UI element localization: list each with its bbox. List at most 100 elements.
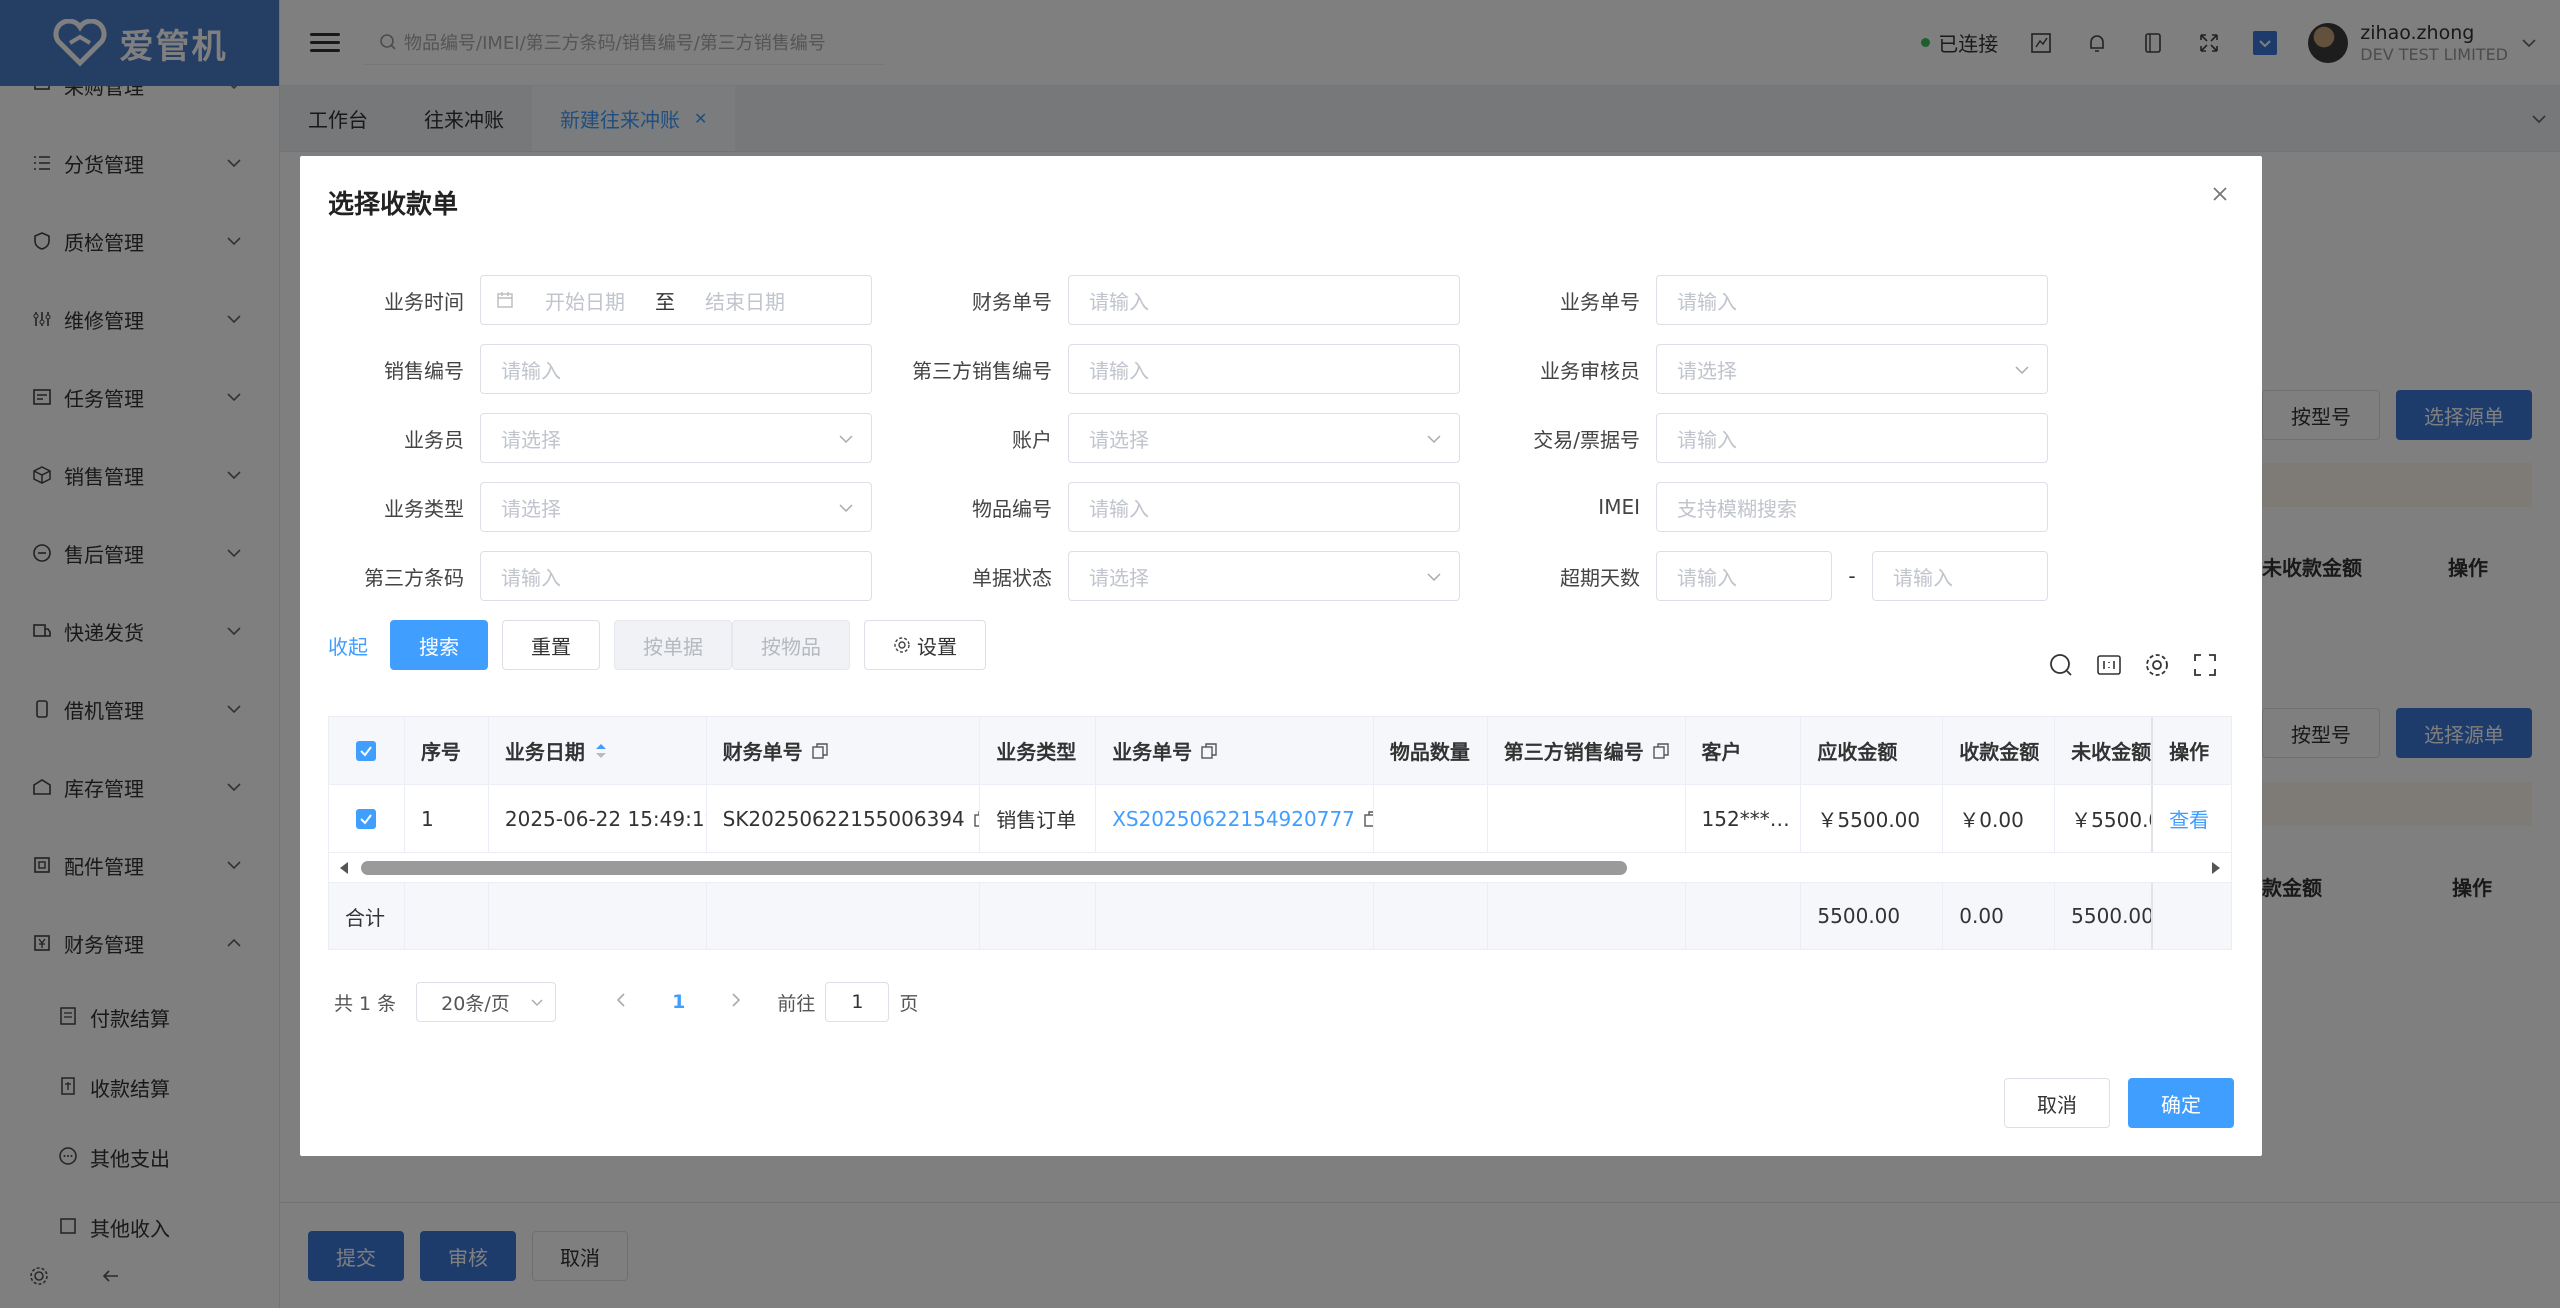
- finance-no-input[interactable]: 请输入: [1068, 275, 1460, 325]
- scrollbar-thumb[interactable]: [361, 861, 1627, 875]
- summary-empty: [707, 883, 981, 949]
- column-header: 业务类型: [980, 717, 1097, 784]
- input-placeholder: 请输入: [1677, 565, 1737, 590]
- view-link[interactable]: 查看: [2169, 804, 2209, 833]
- page-size-select[interactable]: 20条/页: [416, 982, 557, 1022]
- column-header: 第三方销售编号: [1488, 717, 1686, 784]
- select-all-checkbox[interactable]: [329, 717, 405, 784]
- date-range-picker[interactable]: 开始日期 至 结束日期: [480, 275, 872, 325]
- checkbox-checked-icon: [356, 740, 377, 761]
- column-header: 财务单号: [707, 717, 981, 784]
- button-label: 设置: [917, 634, 957, 659]
- search-icon[interactable]: [2046, 650, 2076, 680]
- filter-overdue-days: 超期天数 请输入 - 请输入: [1476, 551, 2048, 601]
- cancel-button[interactable]: 取消: [2004, 1078, 2110, 1128]
- biz-no-input[interactable]: 请输入: [1656, 275, 2048, 325]
- confirm-button[interactable]: 确定: [2128, 1078, 2234, 1128]
- filter-item-no: 物品编号 请输入: [888, 482, 1460, 532]
- select-placeholder: 请选择: [501, 496, 561, 521]
- close-icon[interactable]: [2208, 182, 2232, 206]
- filter-biz-no: 业务单号 请输入: [1476, 275, 2048, 325]
- table-row[interactable]: 1 2025-06-22 15:49:19 SK2025062215500639…: [329, 785, 2231, 853]
- trade-no-input[interactable]: 请输入: [1656, 413, 2048, 463]
- cell-unreceived: ￥5500.0: [2055, 785, 2154, 852]
- filter-label: 业务时间: [384, 289, 464, 314]
- reset-button[interactable]: 重置: [502, 620, 600, 670]
- filter-label: 业务类型: [384, 496, 464, 521]
- scroll-right-icon[interactable]: [2209, 860, 2223, 876]
- filter-label: IMEI: [1598, 495, 1640, 519]
- summary-label: 合计: [329, 883, 405, 949]
- chevron-down-icon: [2015, 366, 2029, 375]
- filter-biz-type: 业务类型 请选择: [300, 482, 872, 532]
- search-button[interactable]: 搜索: [390, 620, 488, 670]
- cell-biz-date: 2025-06-22 15:49:19: [489, 785, 707, 852]
- calendar-icon: [497, 292, 513, 308]
- column-header: 物品数量: [1374, 717, 1488, 784]
- goto-page-input[interactable]: 1: [825, 982, 890, 1022]
- range-separator: -: [1848, 564, 1856, 588]
- summary-empty: [489, 883, 707, 949]
- column-header-label: 财务单号: [722, 740, 803, 764]
- column-header-sortable[interactable]: 业务日期: [489, 717, 707, 784]
- copy-icon[interactable]: [973, 810, 980, 828]
- filter-label: 单据状态: [972, 565, 1052, 590]
- horizontal-scrollbar[interactable]: [329, 853, 2231, 883]
- filter-third-sales-no: 第三方销售编号 请输入: [888, 344, 1460, 394]
- input-placeholder: 请输入: [1677, 427, 1737, 452]
- account-select[interactable]: 请选择: [1068, 413, 1460, 463]
- scroll-left-icon[interactable]: [337, 860, 351, 876]
- filter-biz-auditor: 业务审核员 请选择: [1476, 344, 2048, 394]
- filter-label: 第三方条码: [364, 565, 464, 590]
- prev-page-icon[interactable]: [614, 991, 628, 1013]
- dialog-footer: 取消 确定: [2004, 1078, 2234, 1128]
- by-document-button[interactable]: 按单据: [614, 620, 732, 670]
- select-placeholder: 请选择: [1089, 565, 1149, 590]
- cell-third-sales-no: [1488, 785, 1686, 852]
- cell-action: 查看: [2153, 785, 2231, 852]
- biz-no-link[interactable]: XS20250622154920777: [1112, 807, 1355, 831]
- summary-unreceived: 5500.00: [2055, 883, 2154, 949]
- column-header: 序号: [405, 717, 489, 784]
- density-icon[interactable]: [2094, 650, 2124, 680]
- input-placeholder: 请输入: [1089, 358, 1149, 383]
- row-checkbox[interactable]: [329, 785, 405, 852]
- column-header-label: 业务日期: [504, 740, 585, 764]
- third-barcode-input[interactable]: 请输入: [480, 551, 872, 601]
- current-page[interactable]: 1: [672, 991, 685, 1013]
- chevron-down-icon: [1427, 573, 1441, 582]
- filter-actions: 收起 搜索 重置 按单据 按物品 设置: [328, 620, 1000, 670]
- biz-auditor-select[interactable]: 请选择: [1656, 344, 2048, 394]
- biz-type-select[interactable]: 请选择: [480, 482, 872, 532]
- salesman-select[interactable]: 请选择: [480, 413, 872, 463]
- input-placeholder: 请输入: [1089, 289, 1149, 314]
- filter-label: 销售编号: [384, 358, 464, 383]
- copy-icon[interactable]: [811, 742, 829, 760]
- copy-icon[interactable]: [1363, 810, 1373, 828]
- doc-status-select[interactable]: 请选择: [1068, 551, 1460, 601]
- overdue-min-input[interactable]: 请输入: [1656, 551, 1832, 601]
- input-placeholder: 请输入: [1677, 289, 1737, 314]
- item-no-input[interactable]: 请输入: [1068, 482, 1460, 532]
- filter-label: 财务单号: [972, 289, 1052, 314]
- copy-icon[interactable]: [1200, 742, 1218, 760]
- receipt-table: 序号 业务日期 财务单号 业务类型 业务单号 物品数量 第三方销售编号 客户 应…: [328, 716, 2232, 950]
- start-date-placeholder: 开始日期: [545, 289, 625, 314]
- copy-icon[interactable]: [1652, 742, 1670, 760]
- summary-empty: [405, 883, 489, 949]
- imei-input[interactable]: 支持模糊搜索: [1656, 482, 2048, 532]
- filter-label: 业务员: [404, 427, 464, 452]
- overdue-max-input[interactable]: 请输入: [1872, 551, 2048, 601]
- filter-label: 物品编号: [972, 496, 1052, 521]
- filter-sales-no: 销售编号 请输入: [300, 344, 872, 394]
- gear-icon[interactable]: [2142, 650, 2172, 680]
- sales-no-input[interactable]: 请输入: [480, 344, 872, 394]
- table-tools: [2046, 650, 2220, 680]
- settings-button[interactable]: 设置: [864, 620, 986, 670]
- fullscreen-icon[interactable]: [2190, 650, 2220, 680]
- third-sales-no-input[interactable]: 请输入: [1068, 344, 1460, 394]
- cell-text: SK20250622155006394: [722, 806, 965, 831]
- collapse-link[interactable]: 收起: [328, 631, 368, 660]
- by-item-button[interactable]: 按物品: [732, 620, 850, 670]
- next-page-icon[interactable]: [729, 991, 743, 1013]
